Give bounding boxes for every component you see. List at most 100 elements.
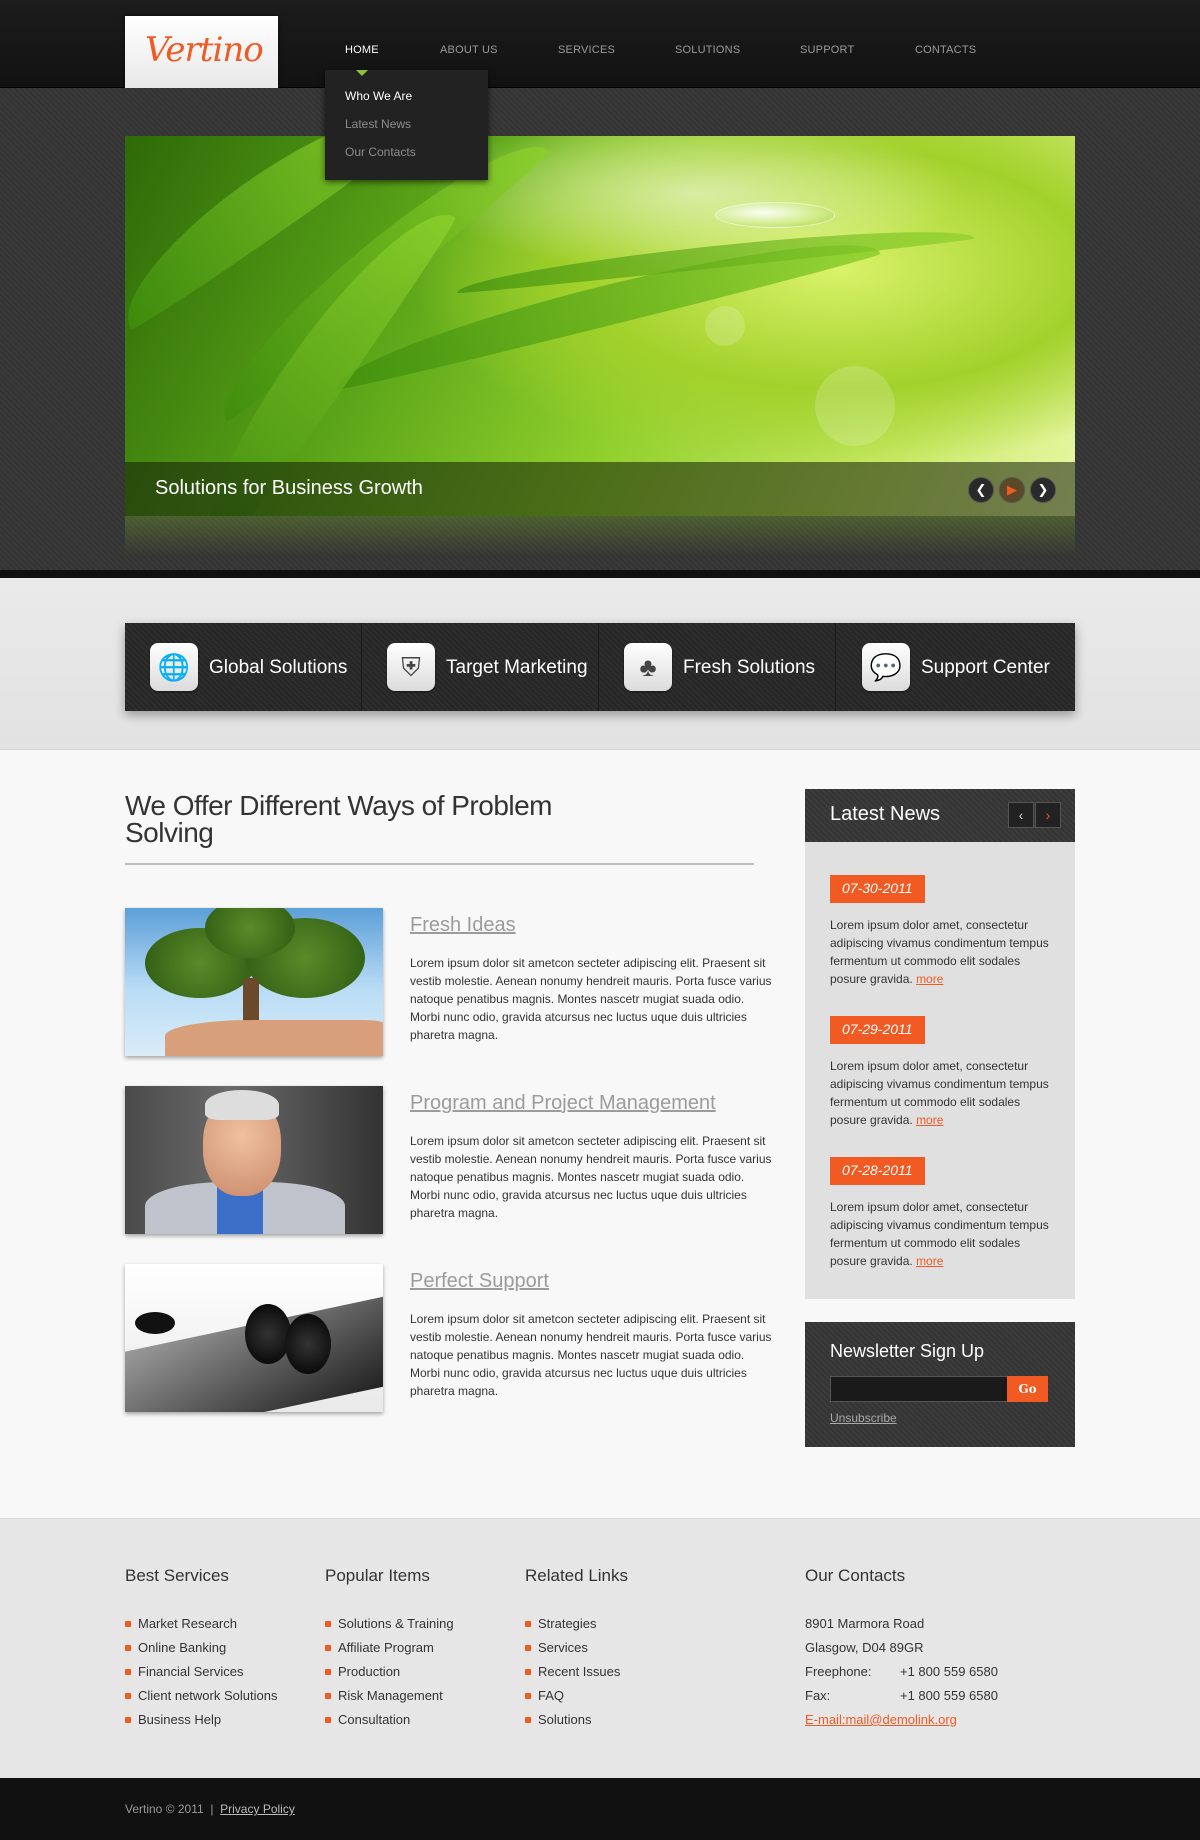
title-divider — [125, 863, 754, 865]
feature-fresh-solutions[interactable]: ♣ Fresh Solutions — [599, 623, 836, 711]
newsletter-title: Newsletter Sign Up — [830, 1341, 985, 1361]
news-item: 07-28-2011 Lorem ipsum dolor amet, conse… — [830, 1157, 1055, 1270]
service-title[interactable]: Perfect Support — [410, 1270, 549, 1293]
footer-link[interactable]: Client network Solutions — [125, 1684, 277, 1708]
dropdown-item-our-contacts[interactable]: Our Contacts — [345, 145, 416, 159]
news-date: 07-28-2011 — [830, 1157, 925, 1185]
play-icon: ▶ — [1007, 482, 1017, 497]
news-more-link[interactable]: more — [916, 972, 943, 986]
feature-target-marketing[interactable]: ⛨ Target Marketing — [362, 623, 599, 711]
feature-global-solutions[interactable]: 🌐 Global Solutions — [125, 623, 362, 711]
footer-link[interactable]: Solutions — [525, 1708, 628, 1732]
news-date: 07-30-2011 — [830, 875, 925, 903]
dropdown-item-latest-news[interactable]: Latest News — [345, 117, 411, 131]
footer-link[interactable]: Business Help — [125, 1708, 277, 1732]
freephone-line: Freephone: +1 800 559 6580 — [805, 1660, 998, 1684]
nav-about-us[interactable]: ABOUT US — [440, 44, 498, 56]
fax-line: Fax: +1 800 559 6580 — [805, 1684, 998, 1708]
service-text: Lorem ipsum dolor sit ametcon secteter a… — [410, 1134, 772, 1220]
service-title[interactable]: Program and Project Management — [410, 1092, 716, 1115]
hero-bokeh — [705, 306, 745, 346]
address-line: Glasgow, D04 89GR — [805, 1640, 924, 1655]
service-fresh-ideas: Fresh Ideas Lorem ipsum dolor sit ametco… — [125, 908, 772, 1058]
hero-water-drop — [715, 202, 835, 228]
email-link[interactable]: E-mail:mail@demolink.org — [805, 1712, 957, 1727]
chevron-left-icon: ‹ — [1018, 807, 1024, 823]
footer-link[interactable]: Affiliate Program — [325, 1636, 454, 1660]
news-more-link[interactable]: more — [916, 1254, 943, 1268]
freephone-label: Freephone: — [805, 1664, 872, 1679]
page-title: We Offer Different Ways of Problem Solvi… — [125, 790, 553, 848]
headset-ear-cup — [285, 1314, 331, 1374]
feature-label: Target Marketing — [446, 657, 588, 678]
shield-icon: ⛨ — [387, 643, 435, 691]
newsletter-go-button[interactable]: Go — [1007, 1376, 1048, 1402]
footer-link[interactable]: Services — [525, 1636, 628, 1660]
footer-link[interactable]: Consultation — [325, 1708, 454, 1732]
dropdown-item-who-we-are[interactable]: Who We Are — [345, 89, 412, 103]
service-title[interactable]: Fresh Ideas — [410, 914, 516, 937]
features-bar: 🌐 Global Solutions ⛨ Target Marketing ♣ … — [125, 623, 1075, 711]
nav-contacts[interactable]: CONTACTS — [915, 44, 976, 56]
footer-link[interactable]: Strategies — [525, 1612, 628, 1636]
chevron-left-icon: ❮ — [975, 482, 987, 497]
hand — [165, 1020, 383, 1056]
footer-popular-items: Popular Items Solutions & Training Affil… — [325, 1566, 454, 1732]
freephone-number: +1 800 559 6580 — [900, 1664, 998, 1679]
footer-link[interactable]: Risk Management — [325, 1684, 454, 1708]
newsletter-box: Newsletter Sign Up Go Unsubscribe — [805, 1322, 1075, 1447]
footer-link[interactable]: Financial Services — [125, 1660, 277, 1684]
slider-play-button[interactable]: ▶ — [999, 477, 1025, 503]
news-item: 07-29-2011 Lorem ipsum dolor amet, conse… — [830, 1016, 1055, 1129]
footer-link[interactable]: Market Research — [125, 1612, 277, 1636]
footer-link[interactable]: Solutions & Training — [325, 1612, 454, 1636]
service-perfect-support: Perfect Support Lorem ipsum dolor sit am… — [125, 1264, 772, 1414]
feature-label: Fresh Solutions — [683, 657, 816, 678]
chat-bubble-icon: 💬 — [862, 643, 910, 691]
nav-solutions[interactable]: SOLUTIONS — [675, 44, 740, 56]
nav-home[interactable]: HOME — [345, 44, 379, 56]
chevron-right-icon: ❯ — [1037, 482, 1049, 497]
slider-caption-bar: Solutions for Business Growth ❮ ▶ ❯ — [125, 462, 1075, 516]
perfect-support-image — [125, 1264, 383, 1412]
slider-prev-button[interactable]: ❮ — [968, 477, 994, 503]
latest-news-header: Latest News ‹ › — [805, 789, 1075, 842]
service-text: Lorem ipsum dolor sit ametcon secteter a… — [410, 956, 772, 1042]
latest-news-box: Latest News ‹ › 07-30-2011 Lorem ipsum d… — [805, 789, 1075, 1299]
footer-link[interactable]: Production — [325, 1660, 454, 1684]
program-management-image — [125, 1086, 383, 1234]
clover-icon: ♣ — [624, 643, 672, 691]
headset-ear-cup — [245, 1304, 291, 1364]
hero-slider: Solutions for Business Growth ❮ ▶ ❯ — [125, 136, 1075, 516]
footer-best-services: Best Services Market Research Online Ban… — [125, 1566, 277, 1732]
feature-label: Support Center — [921, 657, 1050, 678]
footer-link[interactable]: Online Banking — [125, 1636, 277, 1660]
hero-reflection — [125, 516, 1075, 556]
footer-related-links: Related Links Strategies Services Recent… — [525, 1566, 628, 1732]
slider-next-button[interactable]: ❯ — [1030, 477, 1056, 503]
logo[interactable]: Vertino — [125, 16, 278, 88]
footer-link[interactable]: FAQ — [525, 1684, 628, 1708]
slider-caption: Solutions for Business Growth — [155, 477, 423, 499]
globe-icon: 🌐 — [150, 643, 198, 691]
man-hair — [205, 1090, 279, 1120]
news-more-link[interactable]: more — [916, 1113, 943, 1127]
latest-news-title: Latest News — [830, 803, 941, 825]
footer-column-title: Our Contacts — [805, 1566, 906, 1585]
nav-support[interactable]: SUPPORT — [800, 44, 854, 56]
feature-support-center[interactable]: 💬 Support Center — [837, 623, 1074, 711]
service-program-management: Program and Project Management Lorem ips… — [125, 1086, 772, 1236]
nav-services[interactable]: SERVICES — [558, 44, 615, 56]
dropdown-arrow-icon — [356, 70, 368, 76]
logo-text: Vertino — [145, 30, 264, 70]
fax-number: +1 800 559 6580 — [900, 1688, 998, 1703]
news-prev-button[interactable]: ‹ — [1008, 802, 1034, 828]
chevron-right-icon: › — [1045, 807, 1051, 823]
address-line: 8901 Marmora Road — [805, 1616, 925, 1631]
unsubscribe-link[interactable]: Unsubscribe — [830, 1411, 897, 1425]
footer-link[interactable]: Recent Issues — [525, 1660, 628, 1684]
header: Vertino HOME ABOUT US SERVICES SOLUTIONS… — [0, 0, 1200, 88]
news-next-button[interactable]: › — [1035, 802, 1061, 828]
newsletter-email-input[interactable] — [830, 1376, 1015, 1402]
privacy-policy-link[interactable]: Privacy Policy — [220, 1802, 295, 1816]
